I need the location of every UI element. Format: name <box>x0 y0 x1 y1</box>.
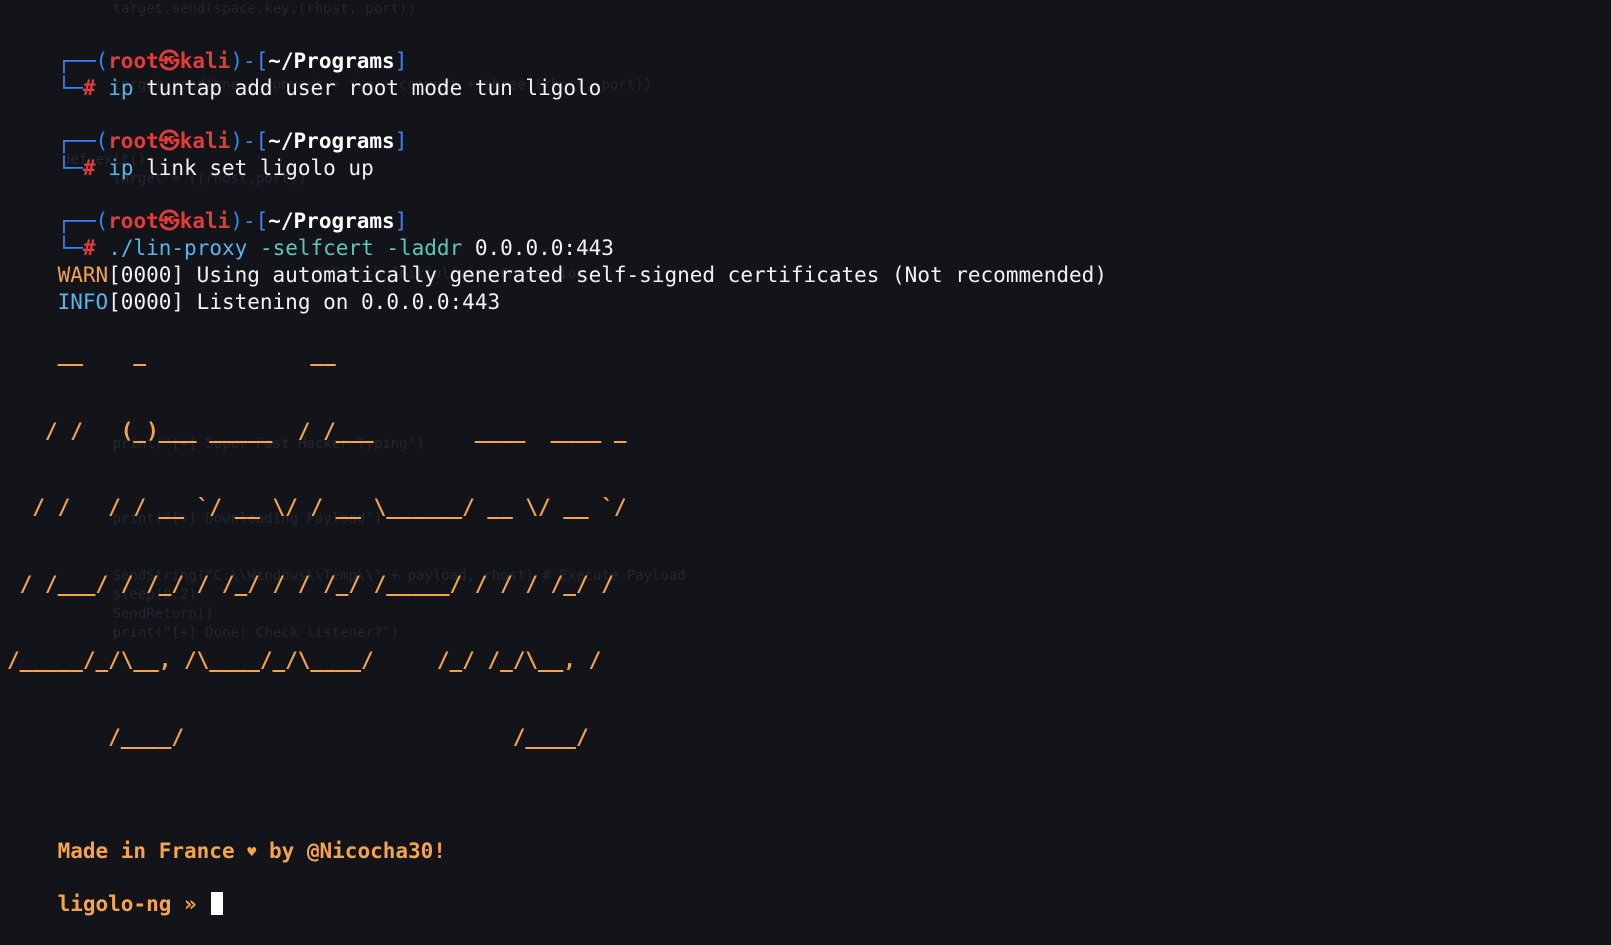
prompt-hash: # <box>82 156 96 180</box>
heart-icon: ♥ <box>247 843 257 861</box>
made-in-text: Made in France <box>57 839 235 863</box>
terminal[interactable]: ┌──(root㉿kali)-[~/Programs] └─# ip tunta… <box>7 21 1602 916</box>
log-level: INFO <box>57 290 109 314</box>
prompt-header: ┌──(root㉿kali)-[~/Programs] <box>57 49 408 73</box>
made-in-line: Made in France ♥ by @Nicocha30! <box>7 811 1602 863</box>
made-by-text: by @Nicocha30! <box>268 839 446 863</box>
command-args: link set ligolo up <box>146 156 374 180</box>
command-line: └─# ./lin-proxy -selfcert -laddr 0.0.0.0… <box>57 236 614 260</box>
banner-line: /_____/_/\__, /\____/_/\____/ /_/ /_/\__… <box>7 648 602 672</box>
banner-line: __ _ __ <box>7 342 336 366</box>
text-cursor[interactable] <box>211 892 224 915</box>
ascii-banner: __ _ __ / / (_)___ _____ / /___ ____ ___… <box>7 291 1602 801</box>
prompt-header: ┌──(root㉿kali)-[~/Programs] <box>57 129 408 153</box>
prompt-hash: # <box>82 76 96 100</box>
prompt-header: ┌──(root㉿kali)-[~/Programs] <box>57 209 408 233</box>
log-line-info: INFO[0000] Listening on 0.0.0.0:443 <box>7 262 1602 314</box>
shell-prompt: ligolo-ng » <box>57 892 197 916</box>
background-code-line: target.send(space.key.(rhost, port)) <box>0 0 1611 19</box>
command-line: └─# ip tuntap add user root mode tun lig… <box>57 76 602 100</box>
log-code: [0000] <box>108 290 185 314</box>
code-text: target.send(space.key.(rhost, port)) <box>62 1 417 17</box>
banner-line: / / / / __ `/ __ \/ / __ \______/ __ \/ … <box>7 495 627 519</box>
banner-line: /____/ /____/ <box>7 724 589 749</box>
shell-prompt-line[interactable]: ligolo-ng » <box>7 864 1602 916</box>
log-message: Listening on 0.0.0.0:443 <box>196 290 501 314</box>
command-line: └─# ip link set ligolo up <box>57 156 374 180</box>
log-line-warn: WARN[0000] Using automatically generated… <box>7 235 1602 287</box>
command-bin: ip <box>108 156 134 180</box>
banner-line: / /___/ / /_/ / /_/ / / /_/ /_____/ / / … <box>7 571 614 596</box>
command-args: tuntap add user root mode tun ligolo <box>146 76 602 100</box>
command-bin: ip <box>108 76 134 100</box>
banner-line: / / (_)___ _____ / /___ ____ ____ _ <box>7 418 627 443</box>
